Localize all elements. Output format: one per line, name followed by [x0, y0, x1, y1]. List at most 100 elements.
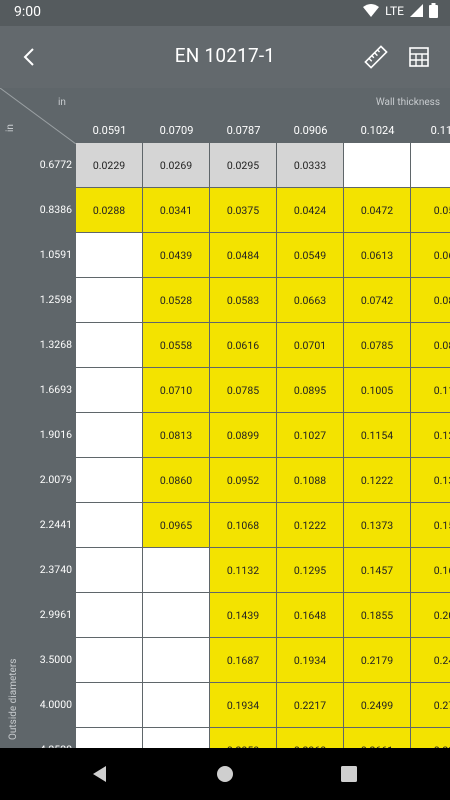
table-cell[interactable]: 0.1154 [344, 413, 410, 457]
table-cell[interactable]: 0.0295 [210, 143, 276, 187]
table-cell[interactable] [143, 638, 209, 682]
table-cell[interactable]: 0.0439 [143, 233, 209, 277]
signal-icon [410, 4, 423, 17]
ruler-icon[interactable] [362, 43, 390, 71]
table-cell[interactable] [76, 458, 142, 502]
table-cell[interactable]: 0.08 [411, 323, 450, 367]
table-cell[interactable]: 0.2058 [210, 728, 276, 748]
table-cell[interactable] [76, 368, 142, 412]
table-cell[interactable]: 0.0424 [277, 188, 343, 232]
table-cell[interactable]: 0.27 [411, 683, 450, 727]
table-cell[interactable]: 0.11 [411, 368, 450, 412]
table-cell[interactable]: 0.13 [411, 458, 450, 502]
table-cell[interactable] [76, 683, 142, 727]
table-cell[interactable]: 0.0663 [277, 278, 343, 322]
table-cell[interactable] [76, 278, 142, 322]
table-cell[interactable]: 0.08 [411, 278, 450, 322]
row-header: 0.8386 [39, 203, 72, 216]
table-cell[interactable]: 0.12 [411, 413, 450, 457]
table-cell[interactable]: 0.1088 [277, 458, 343, 502]
table-cell[interactable] [411, 143, 450, 187]
table-cell[interactable] [143, 548, 209, 592]
table-cell[interactable]: 0.1027 [277, 413, 343, 457]
table-cell[interactable]: 0.0528 [143, 278, 209, 322]
table-cell[interactable]: 0.0710 [143, 368, 209, 412]
table-cell[interactable]: 0.1855 [344, 593, 410, 637]
table-cell[interactable]: 0.15 [411, 503, 450, 547]
table-cell[interactable]: 0.0701 [277, 323, 343, 367]
table-cell[interactable]: 0.0785 [344, 323, 410, 367]
table-cell[interactable] [143, 683, 209, 727]
table-cell[interactable]: 0.2179 [344, 638, 410, 682]
table-cell[interactable]: 0.0813 [143, 413, 209, 457]
row-header: 0.6772 [39, 158, 72, 171]
column-header: 0.0591 [92, 124, 127, 137]
table-cell[interactable]: 0.1222 [344, 458, 410, 502]
row-header: 2.9961 [39, 608, 72, 621]
nav-recents-icon[interactable] [337, 762, 361, 786]
table-cell[interactable]: 0.24 [411, 638, 450, 682]
table-cell[interactable]: 0.1005 [344, 368, 410, 412]
table-cell[interactable]: 0.2661 [344, 728, 410, 748]
table-cell[interactable]: 0.0229 [76, 143, 142, 187]
table-cell[interactable]: 0.0965 [143, 503, 209, 547]
table-cell[interactable]: 0.0333 [277, 143, 343, 187]
data-table-area[interactable]: in in Wall thickness Outside diameters 0… [0, 88, 450, 748]
table-cell[interactable] [76, 728, 142, 748]
column-header: 0.1024 [360, 124, 395, 137]
table-cell[interactable] [76, 413, 142, 457]
table-cell[interactable] [76, 638, 142, 682]
row-header: 4.0000 [39, 698, 72, 711]
table-cell[interactable]: 0.2499 [344, 683, 410, 727]
table-cell[interactable] [76, 503, 142, 547]
table-cell[interactable]: 0.1222 [277, 503, 343, 547]
table-cell[interactable]: 0.0269 [143, 143, 209, 187]
table-cell[interactable]: 0.0288 [76, 188, 142, 232]
table-cell[interactable]: 0.1068 [210, 503, 276, 547]
table-cell[interactable]: 0.2360 [277, 728, 343, 748]
table-cell[interactable]: 0.0952 [210, 458, 276, 502]
table-cell[interactable]: 0.20 [411, 593, 450, 637]
table-cell[interactable]: 0.0375 [210, 188, 276, 232]
table-cell[interactable]: 0.0742 [344, 278, 410, 322]
table-cell[interactable]: 0.0558 [143, 323, 209, 367]
table-cell[interactable]: 0.1457 [344, 548, 410, 592]
table-cell[interactable] [76, 323, 142, 367]
table-cell[interactable]: 0.1439 [210, 593, 276, 637]
table-cell[interactable]: 0.0616 [210, 323, 276, 367]
table-cell[interactable]: 0.0484 [210, 233, 276, 277]
table-cell[interactable]: 0.29 [411, 728, 450, 748]
table-cell[interactable]: 0.16 [411, 548, 450, 592]
table-view-icon[interactable] [405, 43, 433, 71]
table-cell[interactable]: 0.0583 [210, 278, 276, 322]
nav-back-icon[interactable] [88, 762, 112, 786]
table-cell[interactable] [344, 143, 410, 187]
table-cell[interactable]: 0.1687 [210, 638, 276, 682]
table-cell[interactable]: 0.1934 [277, 638, 343, 682]
table-cell[interactable] [143, 728, 209, 748]
table-cell[interactable]: 0.1295 [277, 548, 343, 592]
table-cell[interactable]: 0.05 [411, 188, 450, 232]
table-cell[interactable]: 0.1132 [210, 548, 276, 592]
status-time: 9:00 [14, 4, 41, 20]
table-cell[interactable]: 0.0785 [210, 368, 276, 412]
table-cell[interactable] [76, 548, 142, 592]
table-cell[interactable]: 0.0341 [143, 188, 209, 232]
table-cell[interactable]: 0.0613 [344, 233, 410, 277]
table-cell[interactable] [143, 593, 209, 637]
table-cell[interactable]: 0.0549 [277, 233, 343, 277]
table-cell[interactable]: 0.0895 [277, 368, 343, 412]
table-cell[interactable]: 0.1373 [344, 503, 410, 547]
row-header: 1.3268 [39, 338, 72, 351]
table-cell[interactable]: 0.06 [411, 233, 450, 277]
table-cell[interactable]: 0.2217 [277, 683, 343, 727]
table-cell[interactable]: 0.0860 [143, 458, 209, 502]
table-cell[interactable]: 0.1934 [210, 683, 276, 727]
column-header: 0.0906 [293, 124, 328, 137]
table-cell[interactable] [76, 233, 142, 277]
table-cell[interactable]: 0.1648 [277, 593, 343, 637]
table-cell[interactable]: 0.0899 [210, 413, 276, 457]
table-cell[interactable] [76, 593, 142, 637]
table-cell[interactable]: 0.0472 [344, 188, 410, 232]
nav-home-icon[interactable] [213, 762, 237, 786]
